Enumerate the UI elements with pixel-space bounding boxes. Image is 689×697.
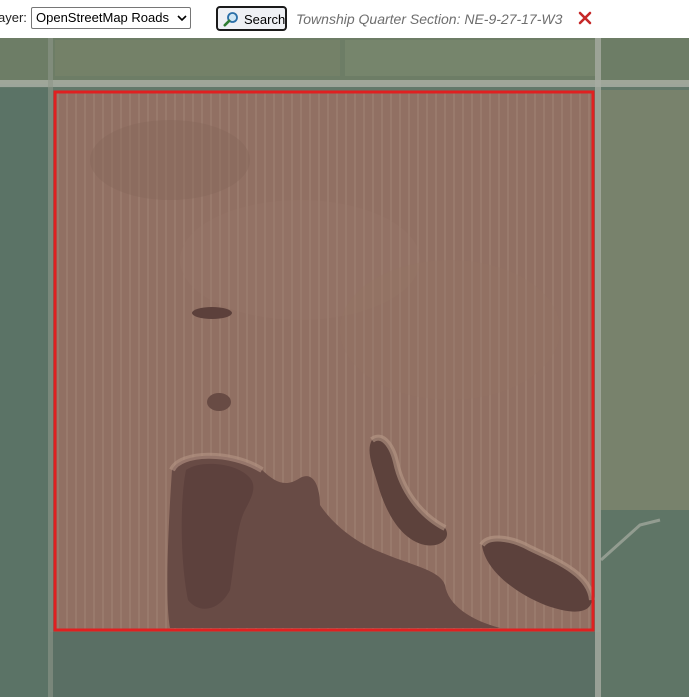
satellite-imagery [0, 38, 689, 697]
quarter-section-highlight [53, 90, 595, 632]
search-button[interactable]: Search [216, 6, 287, 31]
chevron-down-icon [177, 15, 187, 22]
layer-select[interactable]: OpenStreetMap Roads [31, 7, 191, 29]
layer-select-value: OpenStreetMap Roads [36, 10, 169, 25]
map-toolbar: ayer: OpenStreetMap Roads Search Townshi… [0, 0, 689, 39]
map-view[interactable] [0, 38, 689, 697]
close-icon[interactable] [578, 11, 592, 25]
layer-label: ayer: [0, 10, 27, 25]
quarter-section-result: Township Quarter Section: NE-9-27-17-W3 [296, 11, 563, 27]
search-button-label: Search [244, 12, 286, 27]
search-icon [223, 12, 238, 27]
